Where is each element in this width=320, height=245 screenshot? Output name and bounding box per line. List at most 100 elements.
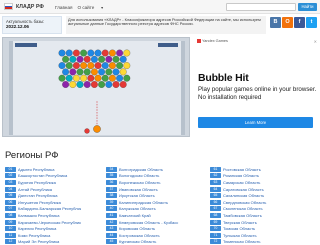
region-link[interactable]: 04 Алтай Республика <box>5 186 81 193</box>
region-link[interactable]: 38 Иркутская Область <box>106 192 182 199</box>
region-link[interactable]: 35 Вологодская Область <box>106 173 182 180</box>
facebook-icon[interactable]: f <box>294 17 305 28</box>
region-link[interactable]: 44 Костромская Область <box>106 232 182 239</box>
region-name: Калужская Область <box>119 206 156 212</box>
bubble <box>98 68 106 76</box>
regions-heading: Регионы РФ <box>5 150 59 161</box>
game-ad-banner[interactable] <box>2 37 190 137</box>
region-name: Ингушетия Республика <box>18 199 61 205</box>
region-name: Кемеровская Область - Кузбасс <box>119 219 179 225</box>
region-link[interactable]: 41 Камчатский Край <box>106 212 182 219</box>
region-code-badge: 65 <box>210 193 221 199</box>
odnoklassniki-icon[interactable]: О <box>282 17 293 28</box>
region-link[interactable]: 72 Тюменская Область <box>210 239 286 245</box>
region-link[interactable]: 68 Тамбовская Область <box>210 212 286 219</box>
game-top-bar <box>158 43 178 47</box>
regions-column: 61 Ростовская Область 62 Рязанская Область 6… <box>210 166 286 245</box>
regions-column: 01 Адыгея Республика 02 Башкортостан Респуб… <box>5 166 81 245</box>
region-link[interactable]: 43 Кировская Область <box>106 225 182 232</box>
bubble <box>72 74 80 82</box>
region-code-badge: 37 <box>106 186 117 192</box>
region-link[interactable]: 62 Рязанская Область <box>210 173 286 180</box>
region-name: Калининградская Область <box>119 199 169 205</box>
region-link[interactable]: 61 Ростовская Область <box>210 166 286 173</box>
region-link[interactable]: 64 Саратовская Область <box>210 186 286 193</box>
region-link[interactable]: 12 Марий Эл Республика <box>5 239 81 245</box>
bubble <box>87 62 95 70</box>
region-name: Камчатский Край <box>119 212 151 218</box>
bubble <box>72 49 80 57</box>
region-link[interactable]: 39 Калининградская Область <box>106 199 182 206</box>
bubble <box>123 62 131 70</box>
bubble <box>69 68 77 76</box>
search-input[interactable] <box>226 3 296 11</box>
close-icon[interactable]: ✕ <box>314 39 317 44</box>
bubble <box>116 74 124 82</box>
region-name: Свердловская Область <box>223 199 267 205</box>
learn-more-button[interactable]: Learn More <box>198 117 313 128</box>
region-link[interactable]: 01 Адыгея Республика <box>5 166 81 173</box>
region-link[interactable]: 36 Воронежская Область <box>106 179 182 186</box>
bubble <box>112 68 120 76</box>
region-link[interactable]: 02 Башкортостан Республика <box>5 173 81 180</box>
region-link[interactable]: 08 Калмыкия Республика <box>5 212 81 219</box>
region-code-badge: 01 <box>5 166 16 172</box>
region-link[interactable]: 63 Самарская Область <box>210 179 286 186</box>
region-link[interactable]: 34 Волгоградская Область <box>106 166 182 173</box>
bubble <box>80 49 88 57</box>
bubble <box>112 81 120 88</box>
bubble <box>116 62 124 70</box>
site-logo[interactable]: КЛАДР РФ <box>4 3 44 10</box>
region-name: Томская Область <box>223 226 256 232</box>
region-name: Костромская Область <box>119 232 160 238</box>
region-name: Сахалинская Область <box>223 193 265 199</box>
bubble <box>108 49 116 57</box>
bubble <box>76 55 84 63</box>
bubble <box>108 74 116 82</box>
region-link[interactable]: 03 Бурятия Республика <box>5 179 81 186</box>
region-link[interactable]: 10 Карелия Республика <box>5 225 81 232</box>
chevron-down-icon: ▼ <box>100 5 104 10</box>
region-link[interactable]: 71 Тульская Область <box>210 232 286 239</box>
region-link[interactable]: 06 Ингушетия Республика <box>5 199 81 206</box>
bubble <box>58 62 66 70</box>
region-name: Карачаево-Черкесская Республика <box>18 219 81 225</box>
region-code-badge: 06 <box>5 199 16 205</box>
yandex-games-ad[interactable]: Yandex Games ✕ Bubble Hit Play popular g… <box>193 37 319 137</box>
region-name: Волгоградская Область <box>119 166 164 172</box>
region-code-badge: 64 <box>210 186 221 192</box>
bubble <box>87 49 95 57</box>
region-link[interactable]: 07 Кабардино-Балкарская Республика <box>5 206 81 213</box>
region-link[interactable]: 70 Томская Область <box>210 225 286 232</box>
region-name: Саратовская Область <box>223 186 264 192</box>
region-link[interactable]: 45 Курганская Область <box>106 239 182 245</box>
search-button[interactable]: Найти <box>298 3 317 11</box>
nav-link-about[interactable]: О сайте ▼ <box>77 5 108 10</box>
twitter-icon[interactable]: t <box>306 17 317 28</box>
region-code-badge: 42 <box>106 219 117 225</box>
bubble <box>80 74 88 82</box>
region-link[interactable]: 66 Свердловская Область <box>210 199 286 206</box>
vk-icon[interactable]: В <box>270 17 281 28</box>
region-code-badge: 11 <box>5 232 16 238</box>
region-link[interactable]: 37 Ивановская Область <box>106 186 182 193</box>
nav-link-home[interactable]: Главная <box>55 5 72 10</box>
region-link[interactable]: 09 Карачаево-Черкесская Республика <box>5 219 81 226</box>
region-name: Курганская Область <box>119 239 157 245</box>
region-link[interactable]: 40 Калужская Область <box>106 206 182 213</box>
region-link[interactable]: 69 Тверская Область <box>210 219 286 226</box>
region-name: Дагестан Республика <box>18 193 58 199</box>
bubble <box>98 55 106 63</box>
region-link[interactable]: 11 Коми Республика <box>5 232 81 239</box>
site-header: КЛАДР РФ Главная О сайте ▼ Найти <box>0 0 320 14</box>
region-link[interactable]: 65 Сахалинская Область <box>210 192 286 199</box>
region-name: Смоленская Область <box>223 206 263 212</box>
region-name: Тюменская Область <box>223 239 261 245</box>
region-link[interactable]: 42 Кемеровская Область - Кузбасс <box>106 219 182 226</box>
region-name: Калмыкия Республика <box>18 212 60 218</box>
game-top-bar <box>15 43 37 47</box>
region-code-badge: 70 <box>210 226 221 232</box>
region-link[interactable]: 05 Дагестан Республика <box>5 192 81 199</box>
bubble <box>69 55 77 63</box>
region-link[interactable]: 67 Смоленская Область <box>210 206 286 213</box>
